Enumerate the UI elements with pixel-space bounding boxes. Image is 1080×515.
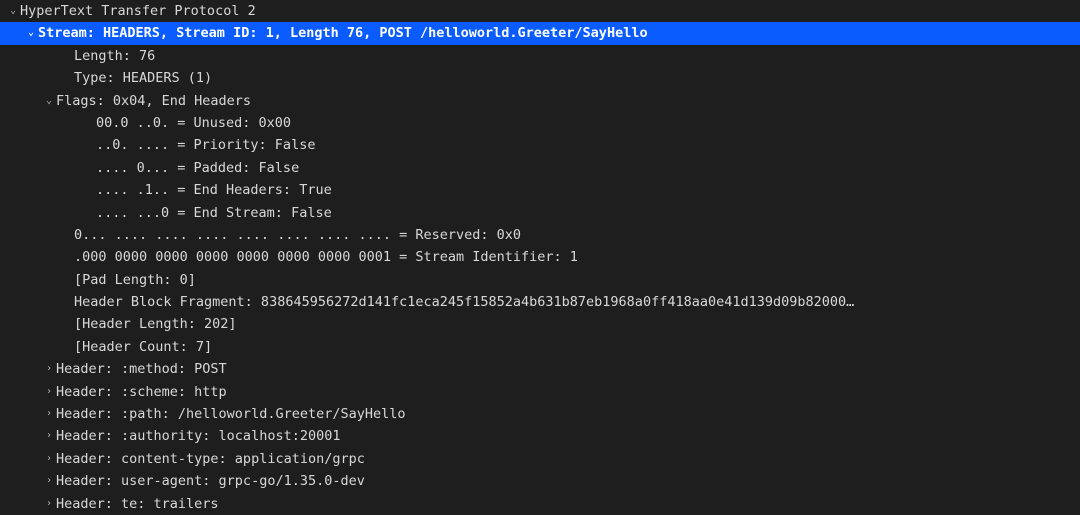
tree-label: Header: :method: POST bbox=[56, 358, 1080, 380]
tree-row-flag-bit[interactable]: .... .1.. = End Headers: True bbox=[0, 179, 1080, 201]
tree-row-header[interactable]: › Header: content-type: application/grpc bbox=[0, 448, 1080, 470]
no-expand-icon bbox=[60, 45, 74, 67]
tree-row-flag-bit[interactable]: .... ...0 = End Stream: False bbox=[0, 202, 1080, 224]
tree-row-root[interactable]: ⌄ HyperText Transfer Protocol 2 bbox=[0, 0, 1080, 22]
tree-row-header[interactable]: › Header: :path: /helloworld.Greeter/Say… bbox=[0, 403, 1080, 425]
collapsed-icon[interactable]: › bbox=[42, 425, 56, 447]
tree-label: HyperText Transfer Protocol 2 bbox=[20, 0, 1080, 22]
tree-row-stream[interactable]: ⌄ Stream: HEADERS, Stream ID: 1, Length … bbox=[0, 22, 1080, 44]
tree-row-flag-bit[interactable]: ..0. .... = Priority: False bbox=[0, 134, 1080, 156]
tree-label: Header: content-type: application/grpc bbox=[56, 448, 1080, 470]
tree-label: Header: te: trailers bbox=[56, 493, 1080, 515]
tree-label: Flags: 0x04, End Headers bbox=[56, 90, 1080, 112]
tree-label: Type: HEADERS (1) bbox=[74, 67, 1080, 89]
collapsed-icon[interactable]: › bbox=[42, 358, 56, 380]
tree-label: 00.0 ..0. = Unused: 0x00 bbox=[96, 112, 1080, 134]
tree-label: Header: :scheme: http bbox=[56, 381, 1080, 403]
tree-row-length[interactable]: Length: 76 bbox=[0, 45, 1080, 67]
tree-row-flags[interactable]: ⌄ Flags: 0x04, End Headers bbox=[0, 90, 1080, 112]
tree-row-header[interactable]: › Header: te: trailers bbox=[0, 493, 1080, 515]
tree-label: [Header Length: 202] bbox=[74, 313, 1080, 335]
tree-row-header[interactable]: › Header: :scheme: http bbox=[0, 381, 1080, 403]
collapsed-icon[interactable]: › bbox=[42, 448, 56, 470]
collapsed-icon[interactable]: › bbox=[42, 381, 56, 403]
tree-label: .... ...0 = End Stream: False bbox=[96, 202, 1080, 224]
expand-icon[interactable]: ⌄ bbox=[24, 22, 38, 44]
no-expand-icon bbox=[60, 269, 74, 291]
tree-row-header-length[interactable]: [Header Length: 202] bbox=[0, 313, 1080, 335]
expand-icon[interactable]: ⌄ bbox=[6, 0, 20, 22]
tree-row-header[interactable]: › Header: :authority: localhost:20001 bbox=[0, 425, 1080, 447]
tree-row-flag-bit[interactable]: .... 0... = Padded: False bbox=[0, 157, 1080, 179]
tree-label: Header Block Fragment: 838645956272d141f… bbox=[74, 291, 1080, 313]
tree-row-type[interactable]: Type: HEADERS (1) bbox=[0, 67, 1080, 89]
no-expand-icon bbox=[60, 291, 74, 313]
collapsed-icon[interactable]: › bbox=[42, 403, 56, 425]
collapsed-icon[interactable]: › bbox=[42, 493, 56, 515]
tree-row-flag-bit[interactable]: 00.0 ..0. = Unused: 0x00 bbox=[0, 112, 1080, 134]
tree-label: [Header Count: 7] bbox=[74, 336, 1080, 358]
tree-row-header-count[interactable]: [Header Count: 7] bbox=[0, 336, 1080, 358]
tree-label: Length: 76 bbox=[74, 45, 1080, 67]
tree-label: 0... .... .... .... .... .... .... .... … bbox=[74, 224, 1080, 246]
no-expand-icon bbox=[60, 224, 74, 246]
tree-row-header[interactable]: › Header: user-agent: grpc-go/1.35.0-dev bbox=[0, 470, 1080, 492]
no-expand-icon bbox=[60, 313, 74, 335]
no-expand-icon bbox=[60, 246, 74, 268]
tree-label: .... 0... = Padded: False bbox=[96, 157, 1080, 179]
no-expand-icon bbox=[60, 336, 74, 358]
tree-label: Header: :authority: localhost:20001 bbox=[56, 425, 1080, 447]
tree-row-header[interactable]: › Header: :method: POST bbox=[0, 358, 1080, 380]
expand-icon[interactable]: ⌄ bbox=[42, 90, 56, 112]
tree-label: Header: user-agent: grpc-go/1.35.0-dev bbox=[56, 470, 1080, 492]
collapsed-icon[interactable]: › bbox=[42, 470, 56, 492]
tree-row-header-block-fragment[interactable]: Header Block Fragment: 838645956272d141f… bbox=[0, 291, 1080, 313]
tree-label: ..0. .... = Priority: False bbox=[96, 134, 1080, 156]
tree-label: Header: :path: /helloworld.Greeter/SayHe… bbox=[56, 403, 1080, 425]
tree-label: .... .1.. = End Headers: True bbox=[96, 179, 1080, 201]
tree-row-reserved[interactable]: 0... .... .... .... .... .... .... .... … bbox=[0, 224, 1080, 246]
tree-label: Stream: HEADERS, Stream ID: 1, Length 76… bbox=[38, 22, 1080, 44]
tree-row-pad-length[interactable]: [Pad Length: 0] bbox=[0, 269, 1080, 291]
tree-label: .000 0000 0000 0000 0000 0000 0000 0001 … bbox=[74, 246, 1080, 268]
tree-label: [Pad Length: 0] bbox=[74, 269, 1080, 291]
no-expand-icon bbox=[60, 67, 74, 89]
tree-row-stream-identifier[interactable]: .000 0000 0000 0000 0000 0000 0000 0001 … bbox=[0, 246, 1080, 268]
